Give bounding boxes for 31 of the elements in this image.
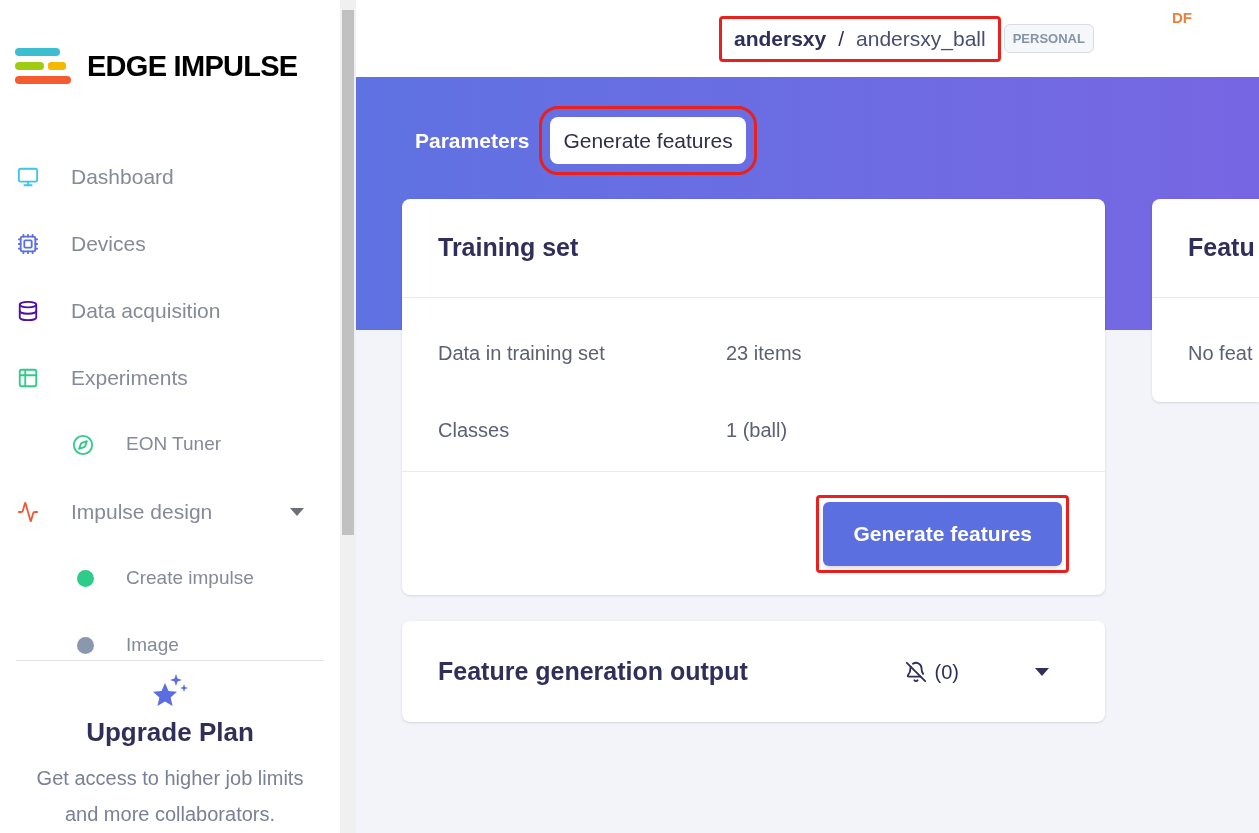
sidebar-item[interactable]: Impulse design [0,478,340,545]
sidebar-item[interactable]: Create impulse [0,545,340,612]
user-initials[interactable]: DF [1171,7,1192,30]
logo-text: EDGE IMPULSE [87,48,298,84]
sidebar-item[interactable]: Experiments [0,344,340,411]
card-title: Featu [1188,232,1255,264]
card-title: Feature generation output [438,655,748,687]
row-value: 1 (ball) [726,418,788,443]
project-badge: PERSONAL [1003,23,1094,54]
sidebar-item[interactable]: Devices [0,210,340,277]
bell-off-icon [904,660,927,683]
sidebar-item[interactable]: Data acquisition [0,277,340,344]
tab[interactable]: Parameters [402,117,543,164]
logo-icon [15,47,71,86]
path-separator: / [838,25,845,52]
row-label: Data in training set [438,341,606,366]
card-text: No feat [1187,341,1254,366]
tab[interactable]: Generate features [550,117,746,164]
sidebar-item[interactable]: Dashboard [0,143,340,210]
upgrade-title: Upgrade Plan [86,716,254,749]
generate-features-button[interactable]: Generate features [823,501,1062,566]
notification-count: (0) [934,659,959,685]
sidebar-item[interactable]: Image [0,612,340,660]
owner-link[interactable]: andersxy [734,22,827,55]
row-label: Classes [438,418,511,443]
upgrade-text: Get access to higher job limits and more collaborators. [35,766,305,827]
caret-icon[interactable] [1035,667,1049,676]
project-name[interactable]: andersxy_ball [856,22,986,55]
row-value: 23 items [726,341,802,366]
card-title: Training set [438,232,579,264]
sidebar-item[interactable]: EON Tuner [0,411,340,478]
